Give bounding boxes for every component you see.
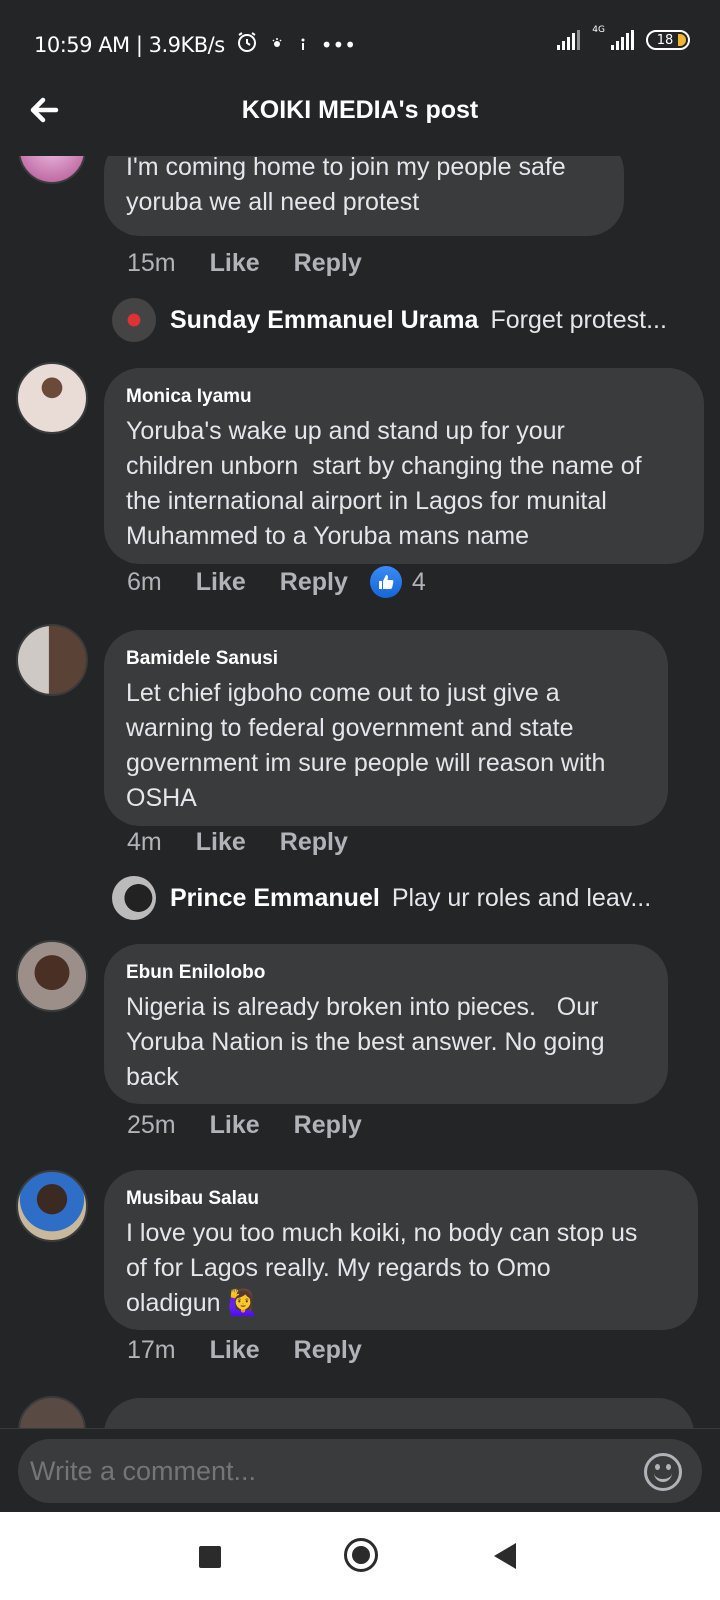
network-type: 4G [592,25,605,35]
comment-actions: 6m Like Reply 4 [127,566,426,598]
comment-bubble [104,1398,694,1428]
comment-text: I'm coming home to join my people safe y… [126,156,566,216]
like-button[interactable]: Like [210,1336,260,1365]
home-icon[interactable] [344,1538,378,1572]
reply-button[interactable]: Reply [294,249,362,278]
notification-icon [295,33,311,57]
avatar[interactable] [16,362,88,434]
like-button[interactable]: Like [196,568,246,597]
avatar[interactable] [16,940,88,1012]
comment-text: Yoruba's wake up and stand up for your c… [126,417,642,550]
status-bar: 10:59 AM | 3.9KB/s ••• 4G 18 [0,0,720,88]
comment-input[interactable] [18,1439,702,1503]
reply-button[interactable]: Reply [294,1111,362,1140]
thumbs-up-icon [369,566,402,598]
avatar [112,298,156,342]
system-nav-bar [0,1512,720,1600]
comment-time: 25m [127,1111,176,1139]
reaction-number: 4 [411,567,426,596]
reaction-count[interactable]: 4 [369,566,426,598]
comment-actions: 17m Like Reply [127,1336,396,1365]
avatar[interactable] [18,156,86,184]
back-icon[interactable] [494,1543,516,1569]
comment-time: 17m [127,1336,176,1364]
status-left: 10:59 AM | 3.9KB/s ••• [34,30,356,59]
reply-preview[interactable]: Prince Emmanuel Play ur roles and leav..… [112,876,651,920]
like-button[interactable]: Like [210,1111,260,1140]
signal-icon [611,30,634,50]
page-title: KOIKI MEDIA's post [241,96,479,124]
alarm-icon [235,30,259,59]
comment-bubble[interactable]: Monica Iyamu Yoruba's wake up and stand … [104,368,704,564]
comment-actions: 4m Like Reply [127,828,382,857]
reply-author: Prince Emmanuel [170,883,380,912]
signal-icon [557,30,581,50]
comment-actions: 25m Like Reply [127,1111,396,1140]
reply-button[interactable]: Reply [280,568,348,597]
app-header: KOIKI MEDIA's post [0,88,720,156]
comment-text: Let chief igboho come out to just give a… [126,679,606,812]
comment-actions: 15m Like Reply [127,249,396,278]
recents-icon[interactable] [199,1546,221,1568]
reply-button[interactable]: Reply [294,1336,362,1365]
reply-text: Forget protest... [490,305,667,334]
comment-text: Nigeria is already broken into pieces. O… [126,993,605,1091]
like-button[interactable]: Like [196,828,246,857]
reply-button[interactable]: Reply [280,828,348,857]
comment-time: 6m [127,567,162,596]
reply-author: Sunday Emmanuel Urama [170,305,479,334]
comment-bubble[interactable]: Musibau Salau I love you too much koiki,… [104,1170,698,1330]
comment-bubble[interactable]: Ebun Enilolobo Nigeria is already broken… [104,944,668,1104]
battery-level: 18 [656,32,674,48]
comment-author[interactable]: Ebun Enilolobo [126,962,646,984]
reply-preview[interactable]: Sunday Emmanuel Urama Forget protest... [112,298,667,342]
comment-time: 15m [127,249,176,277]
reply-text: Play ur roles and leav... [391,883,652,912]
comment-author[interactable]: Bamidele Sanusi [126,648,646,670]
status-time: 10:59 AM | 3.9KB/s [34,32,225,57]
like-button[interactable]: Like [210,249,260,278]
status-right: 4G 18 [557,25,690,50]
avatar[interactable] [16,624,88,696]
comment-author[interactable]: Musibau Salau [126,1188,676,1210]
emoji-icon[interactable] [644,1453,682,1491]
avatar[interactable] [16,1170,88,1242]
battery-icon: 18 [646,30,690,50]
notification-icon [269,33,285,57]
comments-list[interactable]: I'm coming home to join my people safe y… [0,156,720,1428]
avatar [112,876,156,920]
comment-author[interactable]: Monica Iyamu [126,386,682,408]
avatar [18,1396,86,1428]
more-dots-icon: ••• [320,32,357,57]
comment-bubble[interactable]: Bamidele Sanusi Let chief igboho come ou… [104,630,668,826]
comment-composer [0,1428,720,1512]
comment-text: I love you too much koiki, no body can s… [126,1219,638,1317]
comment-bubble[interactable]: I'm coming home to join my people safe y… [104,156,624,236]
comment-time: 4m [127,828,162,856]
